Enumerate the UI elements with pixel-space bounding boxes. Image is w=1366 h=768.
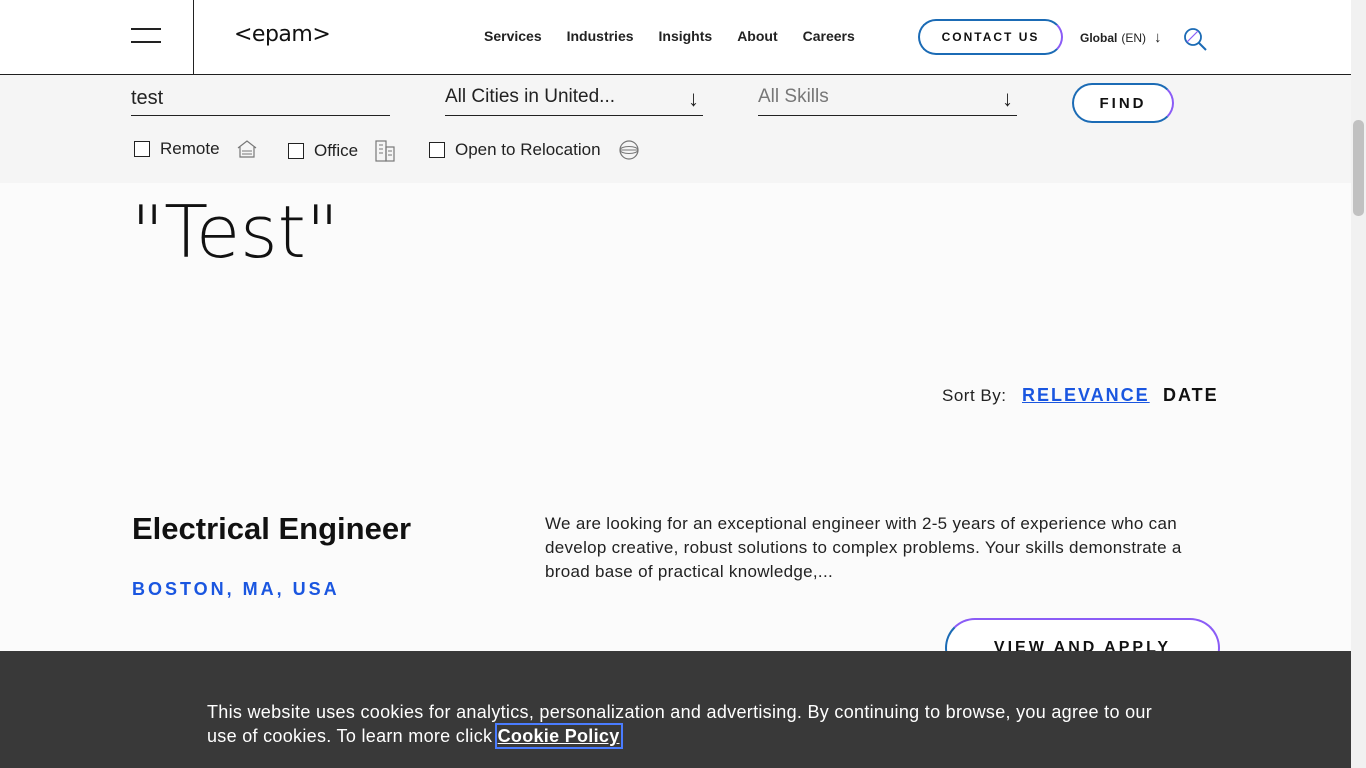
region-selector[interactable]: Global (EN) ↓: [1080, 29, 1162, 46]
header-divider: [193, 0, 194, 74]
checkbox-box[interactable]: [429, 142, 445, 158]
skills-select[interactable]: All Skills ↓: [758, 86, 1017, 116]
house-icon: [237, 140, 256, 158]
find-button[interactable]: FIND: [1072, 83, 1174, 123]
sort-label: Sort By:: [942, 386, 1007, 405]
scrollbar-track[interactable]: [1351, 0, 1366, 768]
building-icon: [375, 140, 395, 162]
checkbox-box[interactable]: [288, 143, 304, 159]
globe-icon: [618, 140, 639, 160]
nav-careers[interactable]: Careers: [803, 28, 855, 44]
job-location[interactable]: BOSTON, MA, USA: [132, 579, 340, 600]
page-title: "Test": [131, 190, 340, 274]
city-select-value: All Cities in United...: [445, 86, 616, 107]
search-icon[interactable]: [1183, 27, 1207, 51]
sort-date-link[interactable]: DATE: [1163, 385, 1219, 406]
menu-icon[interactable]: [131, 28, 163, 46]
epam-logo[interactable]: <epam>: [234, 22, 331, 47]
job-title[interactable]: Electrical Engineer: [132, 511, 411, 547]
remote-checkbox[interactable]: Remote: [134, 139, 258, 159]
keyword-input[interactable]: test: [131, 87, 390, 116]
main-nav: Services Industries Insights About Caree…: [484, 28, 855, 44]
region-language: (EN): [1121, 30, 1147, 45]
job-description: We are looking for an exceptional engine…: [545, 514, 1182, 581]
checkbox-box[interactable]: [134, 141, 150, 157]
arrow-down-icon: ↓: [688, 86, 699, 111]
arrow-down-icon: ↓: [1002, 86, 1013, 111]
contact-us-button[interactable]: CONTACT US: [918, 19, 1063, 55]
arrow-down-icon: ↓: [1154, 29, 1162, 46]
skills-select-value: All Skills: [758, 86, 829, 107]
relocation-label: Open to Relocation: [455, 140, 601, 159]
cookie-message: This website uses cookies for analytics,…: [207, 702, 1152, 746]
nav-services[interactable]: Services: [484, 28, 542, 44]
job-search-filters: test All Cities in United... ↓ All Skill…: [0, 75, 1351, 183]
region-label: Global: [1080, 30, 1118, 45]
cookie-policy-link[interactable]: Cookie Policy: [494, 723, 623, 749]
scrollbar-thumb[interactable]: [1353, 120, 1364, 216]
nav-industries[interactable]: Industries: [567, 28, 634, 44]
office-checkbox[interactable]: Office: [288, 139, 396, 163]
nav-insights[interactable]: Insights: [659, 28, 713, 44]
sort-relevance-link[interactable]: RELEVANCE: [1022, 385, 1150, 406]
relocation-checkbox[interactable]: Open to Relocation: [429, 139, 641, 161]
office-label: Office: [314, 141, 359, 160]
cookie-text: This website uses cookies for analytics,…: [207, 700, 1167, 749]
nav-about[interactable]: About: [737, 28, 777, 44]
cookie-banner: This website uses cookies for analytics,…: [0, 651, 1351, 768]
site-header: <epam> Services Industries Insights Abou…: [0, 0, 1351, 75]
city-select[interactable]: All Cities in United... ↓: [445, 86, 703, 116]
remote-label: Remote: [160, 139, 220, 158]
